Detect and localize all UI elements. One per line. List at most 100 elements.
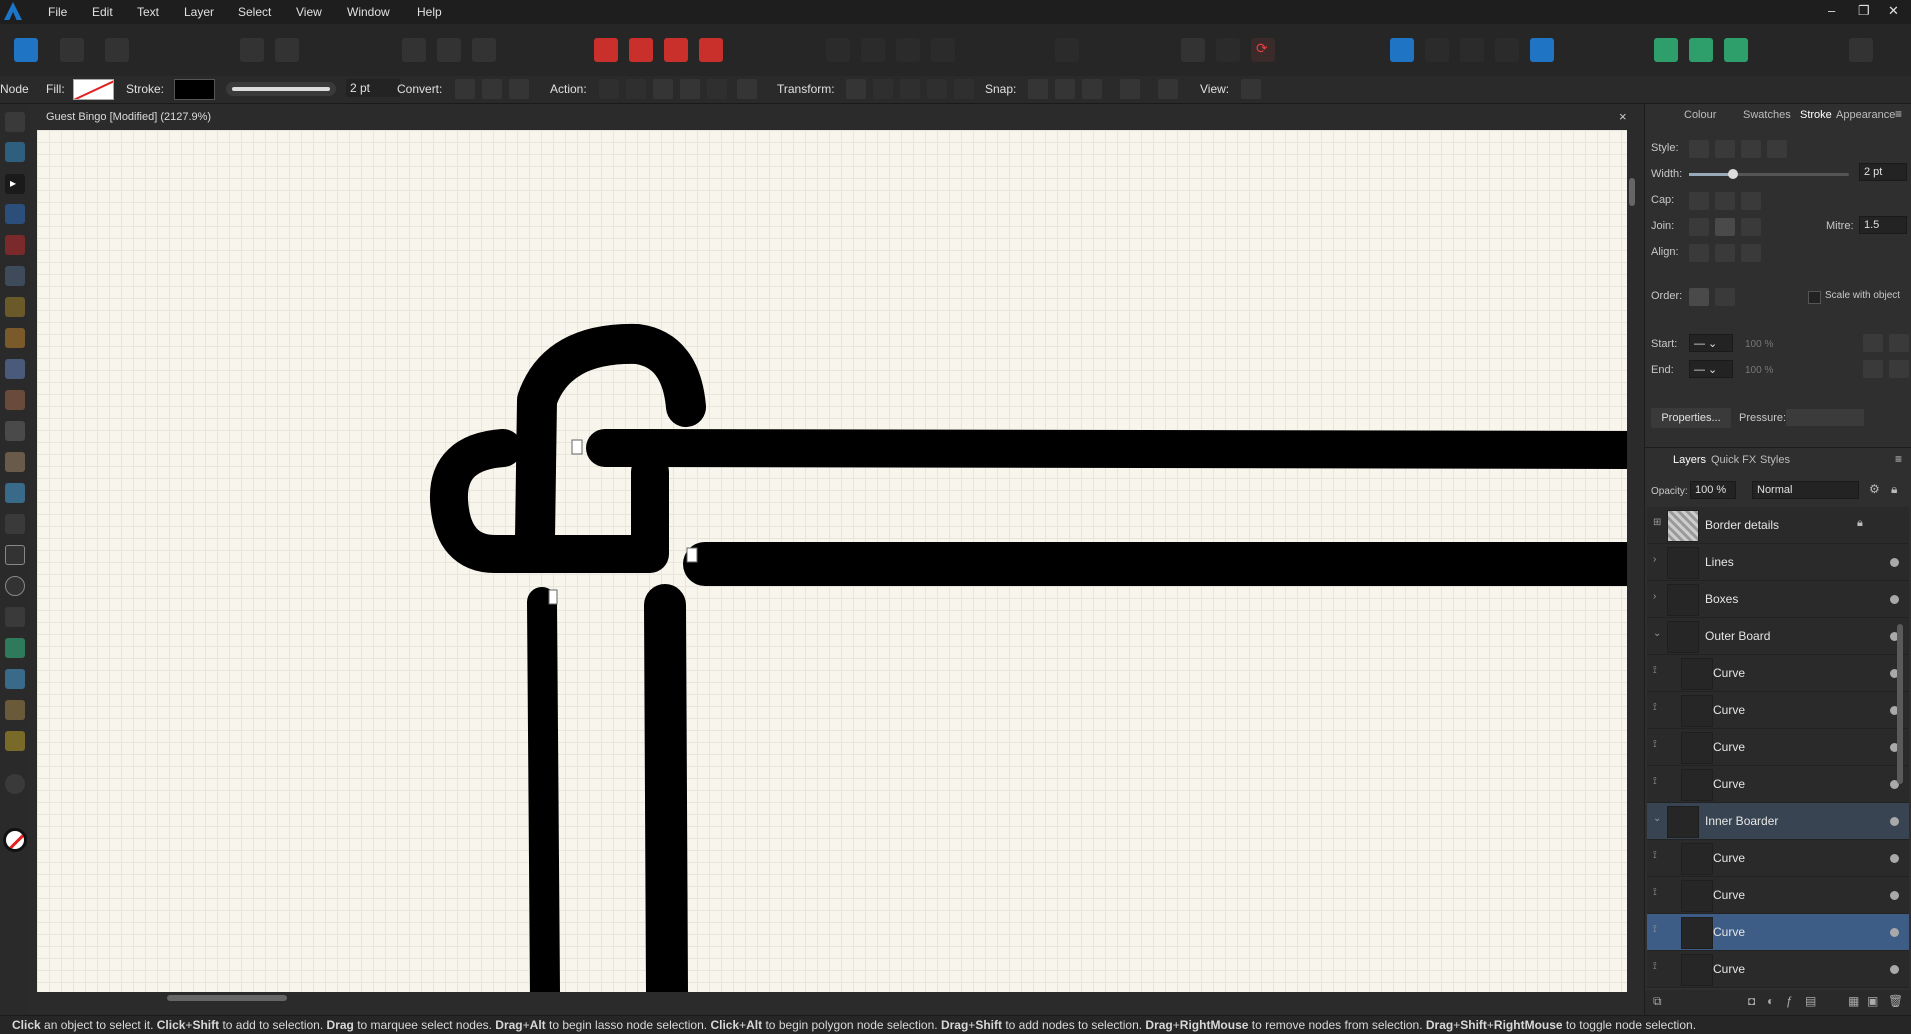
add-mask-icon[interactable]: ◘ <box>1748 994 1755 1008</box>
layers-menu-icon[interactable]: ≡ <box>1895 452 1902 466</box>
zoom-tool-icon[interactable] <box>5 774 25 794</box>
menu-edit[interactable]: Edit <box>92 5 113 19</box>
width-slider[interactable] <box>1689 169 1849 179</box>
reverse-icon[interactable] <box>737 79 757 99</box>
order-front-icon[interactable] <box>1715 288 1735 306</box>
boolean-divide-icon[interactable] <box>1530 38 1554 62</box>
start-arrowhead-select[interactable]: — ⌄ <box>1689 334 1733 352</box>
mitre-field[interactable]: 1.5 <box>1859 216 1907 234</box>
align-center-stroke-icon[interactable] <box>1715 244 1735 262</box>
boolean-add-icon[interactable] <box>1390 38 1414 62</box>
cap-butt-icon[interactable] <box>1689 192 1709 210</box>
arrow-swap-icon[interactable] <box>1863 360 1883 378</box>
add-pixel-layer-icon[interactable]: ▦ <box>1848 994 1859 1008</box>
join-round-icon[interactable] <box>1715 218 1735 236</box>
colour-picker-tool-icon[interactable] <box>5 700 25 720</box>
erase-tool-icon[interactable] <box>5 421 25 441</box>
vector-brush-tool-icon[interactable] <box>5 328 25 348</box>
stroke-width-field[interactable]: 2 pt <box>346 79 400 97</box>
add-layer-icon[interactable]: ▤ <box>1805 994 1816 1008</box>
corner-tool-icon[interactable] <box>5 235 25 255</box>
panel-menu-icon[interactable]: ≡ <box>1895 107 1902 121</box>
smooth-curve-icon[interactable] <box>653 79 673 99</box>
snap-handles-icon[interactable] <box>1082 79 1102 99</box>
canvas[interactable] <box>37 130 1627 992</box>
layer-lock-icon[interactable]: 🔒︎ <box>1891 482 1897 497</box>
transparency-tool-icon[interactable] <box>5 452 25 472</box>
tab-styles[interactable]: Styles <box>1760 454 1790 466</box>
layer-row-curve[interactable]: ⟟ Curve <box>1647 766 1909 803</box>
tab-colour[interactable]: Colour <box>1684 109 1716 121</box>
vertical-scroll-thumb[interactable] <box>1629 178 1635 206</box>
view-handles-icon[interactable] <box>1241 79 1261 99</box>
pixel-persona-icon[interactable] <box>60 38 84 62</box>
scale-with-object-checkbox[interactable] <box>1808 291 1821 304</box>
tab-appearance[interactable]: Appearance <box>1836 109 1895 121</box>
node-handle[interactable] <box>548 589 558 605</box>
style-dash-icon[interactable] <box>1741 140 1761 158</box>
start-scale[interactable]: 100 % <box>1745 339 1773 350</box>
point-transform-tool-icon[interactable] <box>5 204 25 224</box>
node-handle[interactable] <box>571 439 583 455</box>
measure-tool-icon[interactable] <box>5 731 25 751</box>
node-handle[interactable] <box>686 547 698 563</box>
arrow-sync-icon[interactable] <box>1889 360 1909 378</box>
colour-picker-icon[interactable] <box>1724 38 1748 62</box>
layer-row-curve[interactable]: ⟟ Curve <box>1647 729 1909 766</box>
reverse-curve-icon[interactable] <box>707 79 727 99</box>
convert-smooth-icon[interactable] <box>482 79 502 99</box>
expand-toggle-icon[interactable]: › <box>1653 591 1656 602</box>
tab-stroke[interactable]: Stroke <box>1800 109 1832 121</box>
export-persona-icon[interactable] <box>105 38 129 62</box>
transform-distribute-icon[interactable] <box>900 79 920 99</box>
select-same-icon[interactable] <box>472 38 496 62</box>
opacity-field[interactable]: 100 % <box>1690 481 1736 499</box>
cap-round-icon[interactable] <box>1715 192 1735 210</box>
horizontal-scroll-thumb[interactable] <box>167 995 287 1001</box>
layer-row-curve[interactable]: ⟟ Curve <box>1647 840 1909 877</box>
layer-row-curve[interactable]: ⟟ Curve <box>1647 914 1909 951</box>
select-inverse-icon[interactable] <box>437 38 461 62</box>
expand-toggle-icon[interactable]: ⌄ <box>1653 628 1661 639</box>
layers-scrollbar[interactable] <box>1897 514 1903 984</box>
pixel-brush-tool-icon[interactable] <box>5 390 25 410</box>
tab-quick-fx[interactable]: Quick FX <box>1711 454 1756 466</box>
grid-icon[interactable] <box>1216 38 1240 62</box>
width-slider-handle[interactable] <box>1728 169 1738 179</box>
style-solid-icon[interactable] <box>1715 140 1735 158</box>
order-behind-icon[interactable] <box>1689 288 1709 306</box>
boolean-xor-icon[interactable] <box>1495 38 1519 62</box>
minimize-icon[interactable]: – <box>1828 3 1835 18</box>
cap-square-icon[interactable] <box>1741 192 1761 210</box>
arrange-back-icon[interactable] <box>594 38 618 62</box>
place-image-tool-icon[interactable] <box>5 483 25 503</box>
layer-row-curve[interactable]: ⟟ Curve <box>1647 655 1909 692</box>
menu-text[interactable]: Text <box>137 5 159 19</box>
style-brush-icon[interactable] <box>1767 140 1787 158</box>
boolean-subtract-icon[interactable] <box>1425 38 1449 62</box>
menu-window[interactable]: Window <box>347 5 390 19</box>
artboard-tool-icon[interactable] <box>5 142 25 162</box>
arrange-forward-icon[interactable] <box>664 38 688 62</box>
fx-icon[interactable]: ƒ <box>1786 994 1793 1008</box>
guides-icon[interactable] <box>1181 38 1205 62</box>
adjustment-icon[interactable]: ◐ <box>1767 994 1774 1008</box>
join-curves-icon[interactable] <box>680 79 700 99</box>
arrow-position-outside-icon[interactable] <box>1889 334 1909 352</box>
shape-tool-icon[interactable] <box>5 607 25 627</box>
lock-icon[interactable]: 🔒︎ <box>1857 517 1863 530</box>
table-tool-icon[interactable] <box>5 669 25 689</box>
node-tool-icon[interactable]: ▸ <box>5 174 25 194</box>
menu-file[interactable]: File <box>48 5 67 19</box>
align-bottom-icon[interactable] <box>931 38 955 62</box>
arrange-front-icon[interactable] <box>699 38 723 62</box>
document-tab[interactable]: Guest Bingo [Modified] (2127.9%) × <box>30 104 1638 130</box>
arrange-backward-icon[interactable] <box>629 38 653 62</box>
width-field[interactable]: 2 pt <box>1859 163 1907 181</box>
designer-persona-icon[interactable] <box>14 38 38 62</box>
align-top-icon[interactable] <box>896 38 920 62</box>
convert-smart-icon[interactable] <box>509 79 529 99</box>
end-arrowhead-select[interactable]: — ⌄ <box>1689 360 1733 378</box>
stroke-swatch[interactable] <box>174 79 215 100</box>
join-bevel-icon[interactable] <box>1741 218 1761 236</box>
